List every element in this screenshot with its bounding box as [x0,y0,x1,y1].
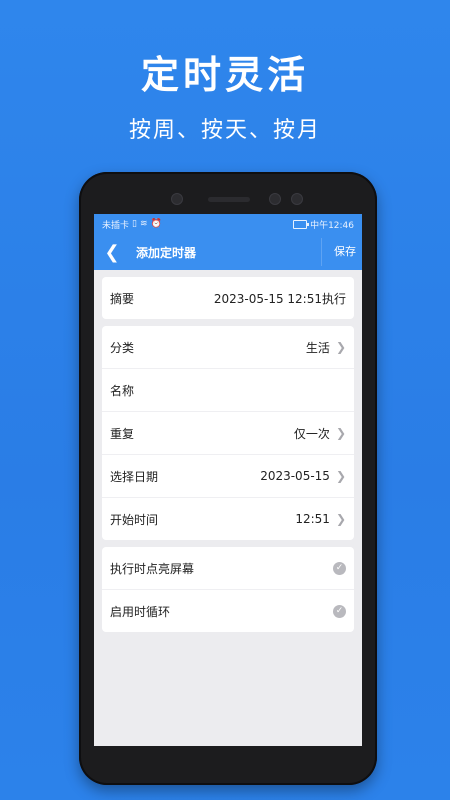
app-bar-divider [321,238,322,266]
form-row-date[interactable]: 选择日期 2023-05-15 ❯ [102,455,354,498]
phone-screen: 未插卡 ▯ ≋ ⏰ 中午12:46 ❮ 添加定时器 保存 摘要 2023-05-… [94,214,362,746]
promo-headline: 定时灵活 [140,53,309,97]
form-value: 仅一次 [293,426,330,441]
form-card: 分类 生活 ❯ 名称 重复 仅一次 ❯ 选择日期 2023-05-15 ❯ 开始时间 … [102,326,354,540]
summary-label: 摘要 [110,291,135,306]
check-circle-icon[interactable]: ✓ [333,604,346,618]
option-row-loop[interactable]: 启用时循环 ✓ [102,590,354,632]
options-card: 执行时点亮屏幕 ✓ 启用时循环 ✓ [102,547,354,632]
form-label: 名称 [110,383,135,398]
form-row-repeat[interactable]: 重复 仅一次 ❯ [102,412,354,455]
save-button[interactable]: 保存 [334,243,356,259]
earpiece-speaker [208,197,250,202]
option-label: 执行时点亮屏幕 [110,561,195,576]
form-value: 2023-05-15 [260,469,330,483]
chevron-right-icon: ❯ [335,340,346,354]
promo-subhead: 按周、按天、按月 [128,118,321,143]
form-label: 重复 [110,426,135,441]
back-button[interactable]: ❮ [98,242,126,263]
check-circle-icon[interactable]: ✓ [333,561,346,575]
alarm-icon: ⏰ [150,219,162,229]
phone-frame: 未插卡 ▯ ≋ ⏰ 中午12:46 ❮ 添加定时器 保存 摘要 2023-05-… [79,172,377,785]
form-label: 开始时间 [110,512,159,527]
sensor-dot-2 [291,193,303,205]
summary-row: 摘要 2023-05-15 12:51执行 [102,277,354,319]
chevron-right-icon: ❯ [335,512,346,526]
form-row-start-time[interactable]: 开始时间 12:51 ❯ [102,498,354,540]
status-bar: 未插卡 ▯ ≋ ⏰ 中午12:46 [94,214,362,234]
form-value: 12:51 [295,512,330,526]
chevron-left-icon: ❮ [104,241,120,263]
summary-card: 摘要 2023-05-15 12:51执行 [102,277,354,319]
form-value: 生活 [305,340,330,355]
app-bar: ❮ 添加定时器 保存 [94,234,362,270]
option-label: 启用时循环 [110,604,171,619]
summary-value: 2023-05-15 12:51执行 [213,291,346,306]
form-row-name[interactable]: 名称 [102,369,354,412]
form-row-category[interactable]: 分类 生活 ❯ [102,326,354,369]
form-label: 选择日期 [110,469,159,484]
chevron-right-icon: ❯ [335,426,346,440]
page-title: 添加定时器 [136,245,197,260]
front-camera [171,193,183,205]
sensor-dot [269,193,281,205]
option-row-wake-screen[interactable]: 执行时点亮屏幕 ✓ [102,547,354,590]
carrier-text: 未插卡 [102,220,130,231]
battery-icon [293,219,310,229]
chevron-right-icon: ❯ [335,469,346,483]
wifi-icon: ≋ [139,219,148,229]
status-time: 中午12:46 [310,220,354,231]
form-label: 分类 [110,340,135,355]
sim-icon: ▯ [132,219,137,229]
